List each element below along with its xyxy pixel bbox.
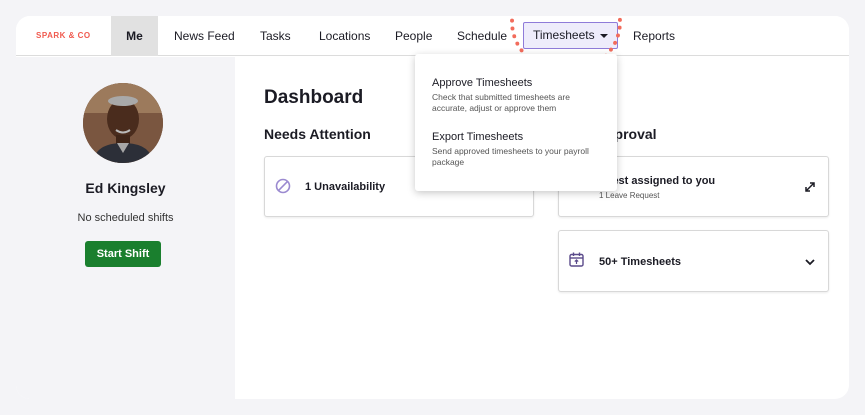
app-window: SPARK & CO Me News Feed Tasks Locations … <box>16 16 849 399</box>
timesheets-dropdown-menu: Approve Timesheets Check that submitted … <box>415 54 617 191</box>
nav-item-locations[interactable]: Locations <box>319 16 370 56</box>
calendar-icon <box>569 252 584 267</box>
nav-item-schedule[interactable]: Schedule <box>457 16 507 56</box>
approve-timesheets-description: Check that submitted timesheets are accu… <box>432 92 570 113</box>
expand-icon[interactable] <box>804 181 816 193</box>
nav-item-tasks[interactable]: Tasks <box>260 16 291 56</box>
user-name: Ed Kingsley <box>85 180 166 196</box>
nav-item-people[interactable]: People <box>395 16 432 56</box>
nav-item-me[interactable]: Me <box>111 16 158 56</box>
leave-request-subtitle: 1 Leave Request <box>599 191 660 200</box>
page-title: Dashboard <box>264 87 364 108</box>
unavailable-icon <box>275 178 291 194</box>
export-timesheets-title: Export Timesheets <box>432 131 524 143</box>
nav-item-news-feed[interactable]: News Feed <box>174 16 235 56</box>
export-timesheets-description: Send approved timesheets to your payroll… <box>432 146 589 167</box>
menu-item-export-timesheets[interactable]: Export Timesheets Send approved timeshee… <box>432 131 607 168</box>
needs-attention-heading: Needs Attention <box>264 126 371 142</box>
approve-timesheets-title: Approve Timesheets <box>432 77 533 89</box>
avatar <box>83 83 163 163</box>
timesheets-card[interactable]: 50+ Timesheets <box>558 230 829 292</box>
timesheets-count-label: 50+ Timesheets <box>599 256 682 268</box>
nav-item-reports[interactable]: Reports <box>633 16 675 56</box>
avatar-photo <box>83 83 163 163</box>
shift-status-text: No scheduled shifts <box>77 212 174 224</box>
unavailability-label: 1 Unavailability <box>305 181 386 193</box>
start-shift-button[interactable]: Start Shift <box>85 241 161 267</box>
chevron-down-icon[interactable] <box>804 257 816 267</box>
brand-logo[interactable]: SPARK & CO <box>36 31 91 40</box>
profile-panel: Ed Kingsley No scheduled shifts Start Sh… <box>16 57 235 399</box>
menu-item-approve-timesheets[interactable]: Approve Timesheets Check that submitted … <box>432 77 607 114</box>
top-navigation: SPARK & CO Me News Feed Tasks Locations … <box>16 16 849 56</box>
